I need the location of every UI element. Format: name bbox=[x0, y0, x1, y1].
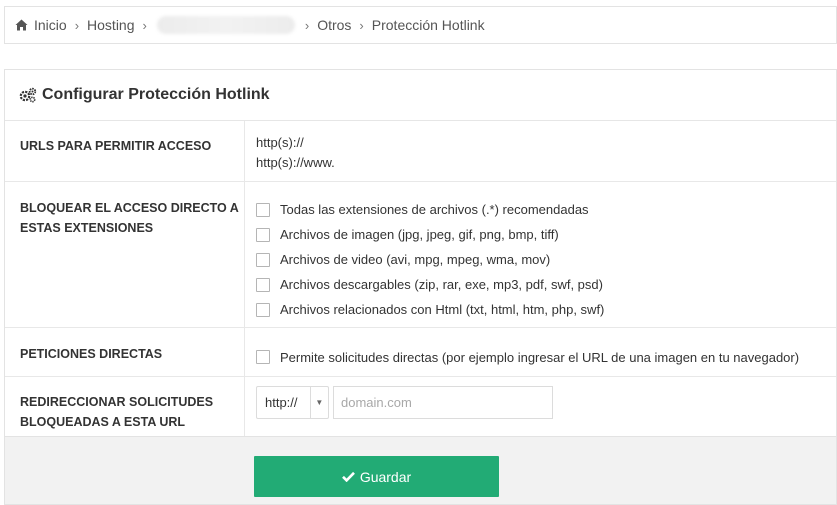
allowed-url-item: http(s)://www. bbox=[256, 155, 335, 170]
protocol-select-value: http:// bbox=[265, 395, 298, 410]
option-video-files[interactable]: Archivos de video (avi, mpg, mpeg, wma, … bbox=[256, 247, 836, 272]
option-download-files[interactable]: Archivos descargables (zip, rar, exe, mp… bbox=[256, 272, 836, 297]
block-extensions-label: BLOQUEAR EL ACCESO DIRECTO A ESTAS EXTEN… bbox=[5, 182, 245, 327]
panel-footer: Guardar bbox=[5, 436, 836, 504]
hotlink-panel: Configurar Protección Hotlink URLS PARA … bbox=[4, 69, 837, 505]
option-label: Archivos de imagen (jpg, jpeg, gif, png,… bbox=[280, 227, 559, 242]
save-button-label: Guardar bbox=[359, 468, 412, 485]
chevron-right-icon: › bbox=[304, 17, 310, 33]
redirect-url-label: REDIRECCIONAR SOLICITUDES BLOQUEADAS A E… bbox=[5, 377, 245, 437]
chevron-right-icon: › bbox=[142, 17, 147, 33]
video-files-checkbox[interactable] bbox=[256, 252, 270, 267]
row-direct-requests: PETICIONES DIRECTAS Permite solicitudes … bbox=[5, 328, 836, 377]
all-extensions-checkbox[interactable] bbox=[256, 202, 270, 217]
caret-down-icon[interactable]: ▼ bbox=[309, 387, 328, 418]
allowed-url-item: http(s):// bbox=[256, 135, 304, 150]
direct-requests-label: PETICIONES DIRECTAS bbox=[5, 328, 245, 376]
allowed-urls-label: URLS PARA PERMITIR ACCESO bbox=[5, 121, 245, 181]
breadcrumb-home[interactable]: Inicio bbox=[15, 17, 67, 33]
chevron-right-icon: › bbox=[359, 17, 364, 33]
option-image-files[interactable]: Archivos de imagen (jpg, jpeg, gif, png,… bbox=[256, 222, 836, 247]
option-label: Todas las extensiones de archivos (.*) r… bbox=[280, 202, 589, 217]
option-allow-direct[interactable]: Permite solicitudes directas (por ejempl… bbox=[256, 348, 836, 366]
option-label: Archivos descargables (zip, rar, exe, mp… bbox=[280, 277, 603, 292]
option-label: Archivos relacionados con Html (txt, htm… bbox=[280, 302, 605, 317]
direct-requests-value: Permite solicitudes directas (por ejempl… bbox=[245, 328, 836, 376]
row-block-extensions: BLOQUEAR EL ACCESO DIRECTO A ESTAS EXTEN… bbox=[5, 182, 836, 328]
html-files-checkbox[interactable] bbox=[256, 302, 270, 317]
allow-direct-checkbox[interactable] bbox=[256, 350, 270, 364]
breadcrumb: Inicio › Hosting › › Otros › Protección … bbox=[4, 6, 837, 44]
breadcrumb-hosting[interactable]: Hosting bbox=[87, 17, 134, 33]
row-allowed-urls: URLS PARA PERMITIR ACCESO http(s):// htt… bbox=[5, 121, 836, 182]
home-icon bbox=[15, 19, 28, 31]
option-all-extensions[interactable]: Todas las extensiones de archivos (.*) r… bbox=[256, 197, 836, 222]
option-html-files[interactable]: Archivos relacionados con Html (txt, htm… bbox=[256, 297, 836, 322]
download-files-checkbox[interactable] bbox=[256, 277, 270, 292]
breadcrumb-redacted-domain[interactable] bbox=[156, 16, 295, 34]
redirect-url-input[interactable] bbox=[333, 386, 553, 419]
chevron-right-icon: › bbox=[74, 17, 80, 33]
panel-header: Configurar Protección Hotlink bbox=[5, 70, 836, 121]
row-redirect-url: REDIRECCIONAR SOLICITUDES BLOQUEADAS A E… bbox=[5, 377, 836, 437]
option-label: Permite solicitudes directas (por ejempl… bbox=[280, 349, 800, 365]
breadcrumb-otros[interactable]: Otros bbox=[317, 17, 351, 33]
panel-title: Configurar Protección Hotlink bbox=[42, 86, 270, 103]
block-extensions-options: Todas las extensiones de archivos (.*) r… bbox=[245, 182, 836, 327]
check-icon bbox=[341, 471, 355, 482]
gears-icon bbox=[19, 87, 37, 103]
redirect-url-controls: http:// ▼ bbox=[245, 377, 836, 437]
protocol-select[interactable]: http:// ▼ bbox=[256, 386, 329, 419]
breadcrumb-current: Protección Hotlink bbox=[371, 17, 485, 33]
image-files-checkbox[interactable] bbox=[256, 227, 270, 242]
save-button[interactable]: Guardar bbox=[254, 456, 499, 497]
breadcrumb-home-label: Inicio bbox=[34, 17, 67, 33]
option-label: Archivos de video (avi, mpg, mpeg, wma, … bbox=[280, 252, 551, 267]
allowed-urls-values: http(s):// http(s)://www. bbox=[245, 121, 836, 181]
